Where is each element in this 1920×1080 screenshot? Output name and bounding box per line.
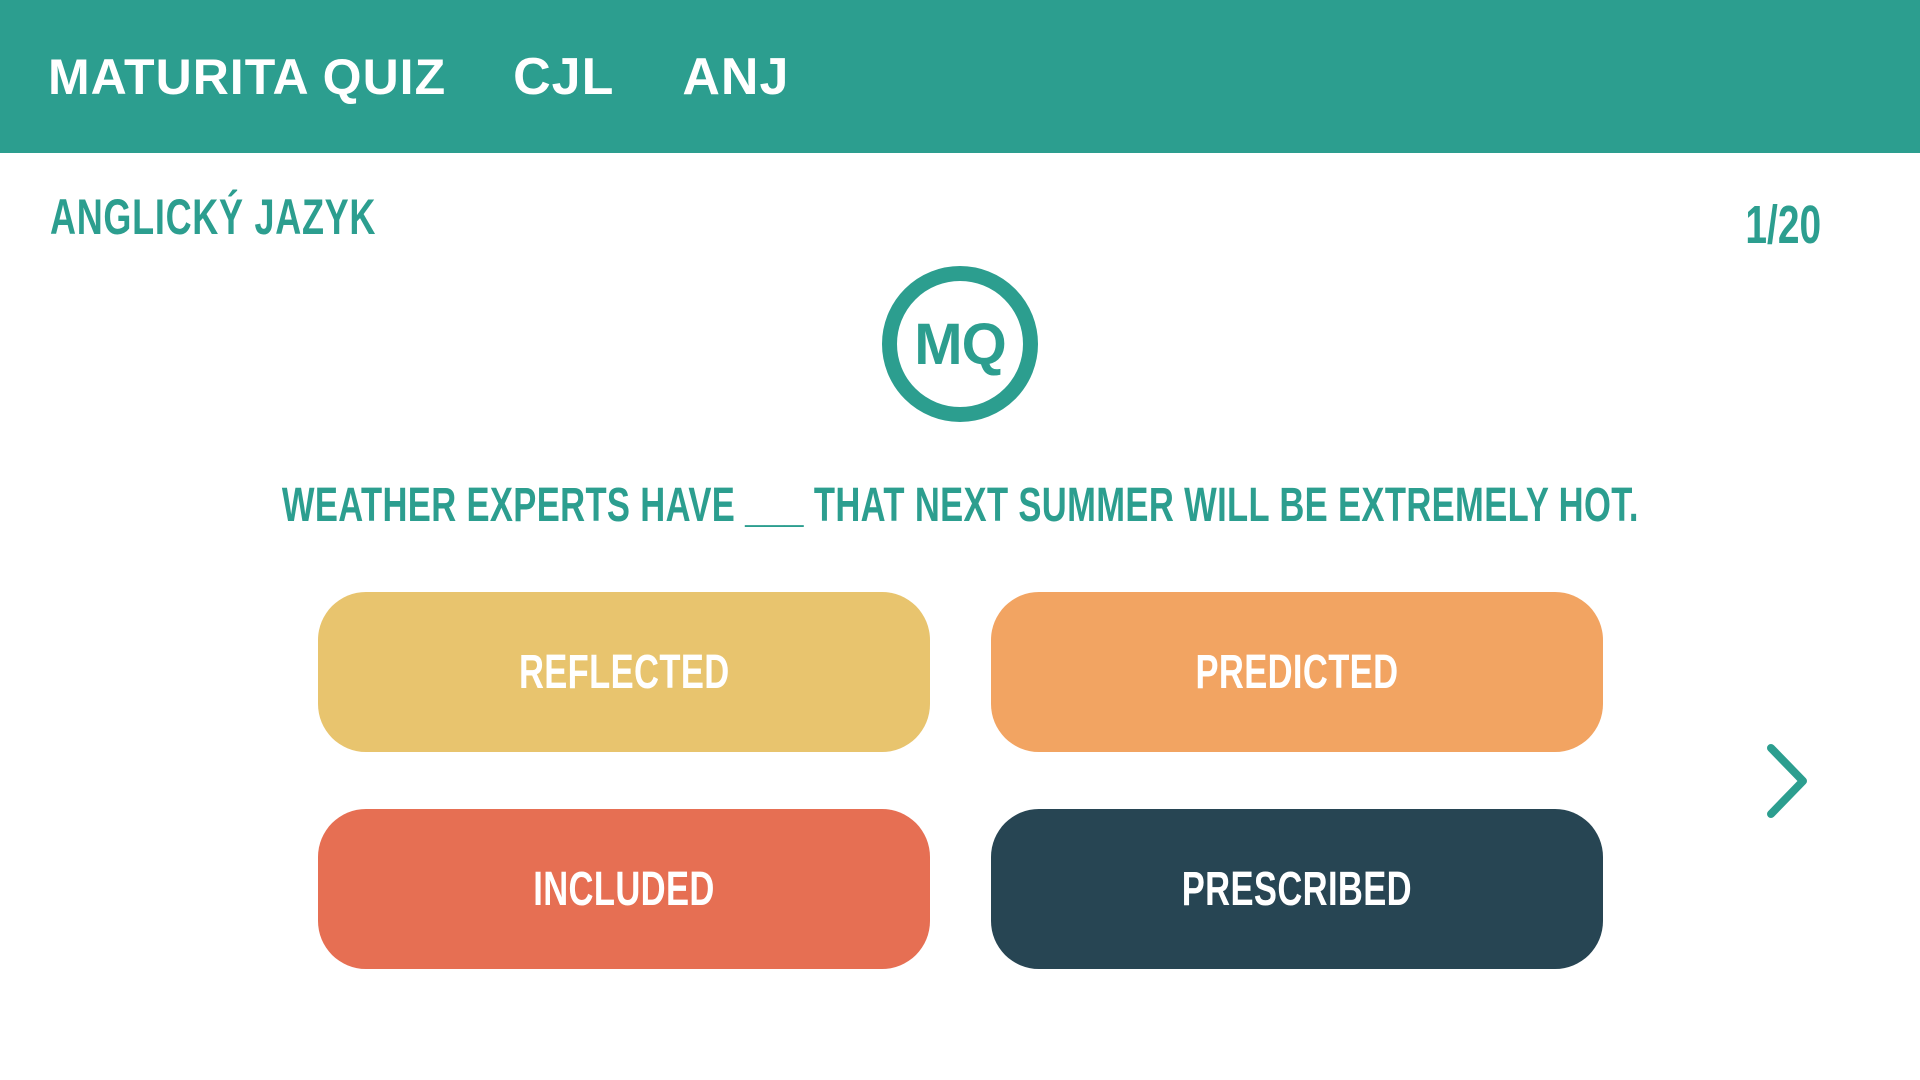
logo-text: MQ	[914, 311, 1006, 377]
answer-option-c-label: INCLUDED	[533, 862, 715, 916]
nav-link-cjl[interactable]: CJL	[513, 47, 614, 107]
question-text-container: WEATHER EXPERTS HAVE ___ THAT NEXT SUMME…	[0, 478, 1920, 533]
next-question-button[interactable]	[1763, 742, 1813, 820]
answer-option-c[interactable]: INCLUDED	[318, 809, 930, 969]
chevron-right-icon	[1767, 744, 1807, 818]
answer-option-b-label: PREDICTED	[1195, 645, 1399, 699]
quiz-logo: MQ	[882, 266, 1038, 422]
answer-option-a-label: REFLECTED	[518, 645, 730, 699]
top-navigation-bar: MATURITA QUIZ CJL ANJ	[0, 0, 1920, 153]
answer-option-d-label: PRESCRIBED	[1181, 862, 1413, 916]
question-progress-counter: 1/20	[1745, 195, 1821, 255]
answer-option-b[interactable]: PREDICTED	[991, 592, 1603, 752]
question-text: WEATHER EXPERTS HAVE ___ THAT NEXT SUMME…	[281, 479, 1639, 532]
nav-link-anj[interactable]: ANJ	[682, 47, 789, 107]
brand-logo-link[interactable]: MATURITA QUIZ	[48, 48, 446, 106]
answer-option-d[interactable]: PRESCRIBED	[991, 809, 1603, 969]
answer-option-a[interactable]: REFLECTED	[318, 592, 930, 752]
subject-title: ANGLICKÝ JAZYK	[50, 189, 377, 245]
